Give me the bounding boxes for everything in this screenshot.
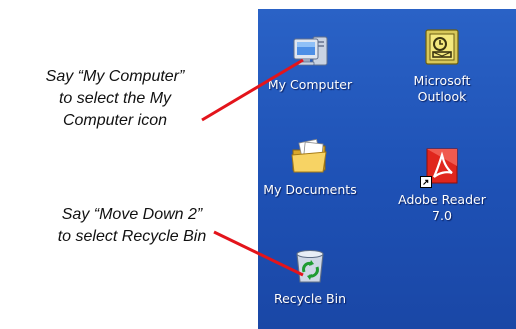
icon-label: Microsoft Outlook — [394, 73, 490, 105]
desktop-icon-recycle-bin[interactable]: Recycle Bin — [262, 245, 358, 327]
instruction-line: Computer icon — [62, 112, 168, 129]
icon-label: My Computer — [267, 77, 353, 92]
desktop-icon-microsoft-outlook[interactable]: Microsoft Outlook — [394, 27, 490, 109]
my-computer-icon — [293, 36, 328, 66]
outlook-icon — [425, 29, 459, 65]
desktop: My Computer Microsoft Outlook My Documen… — [258, 9, 516, 329]
desktop-icon-adobe-reader[interactable]: Adobe Reader 7.0 — [394, 146, 490, 228]
screenshot-stage: Say “My Computer” to select the My Compu… — [0, 0, 516, 329]
recycle-bin-icon — [296, 250, 324, 283]
instruction-line: to select Recycle Bin — [57, 228, 207, 245]
icon-label-text: Microsoft Outlook — [413, 73, 471, 104]
icon-label: My Documents — [263, 182, 357, 197]
instruction-my-computer: Say “My Computer” to select the My Compu… — [2, 66, 228, 132]
instruction-move-down: Say “Move Down 2” to select Recycle Bin — [2, 204, 262, 248]
my-documents-icon — [291, 138, 327, 173]
icon-label: Adobe Reader 7.0 — [398, 192, 486, 223]
instruction-line: Say “Move Down 2” — [61, 206, 203, 223]
instruction-line: to select the My — [58, 90, 172, 107]
desktop-icon-my-computer[interactable]: My Computer — [262, 31, 358, 113]
shortcut-arrow-icon — [420, 176, 432, 188]
instruction-line: Say “My Computer” — [45, 68, 185, 85]
desktop-icon-my-documents[interactable]: My Documents — [262, 136, 358, 218]
icon-label: Recycle Bin — [273, 291, 347, 306]
